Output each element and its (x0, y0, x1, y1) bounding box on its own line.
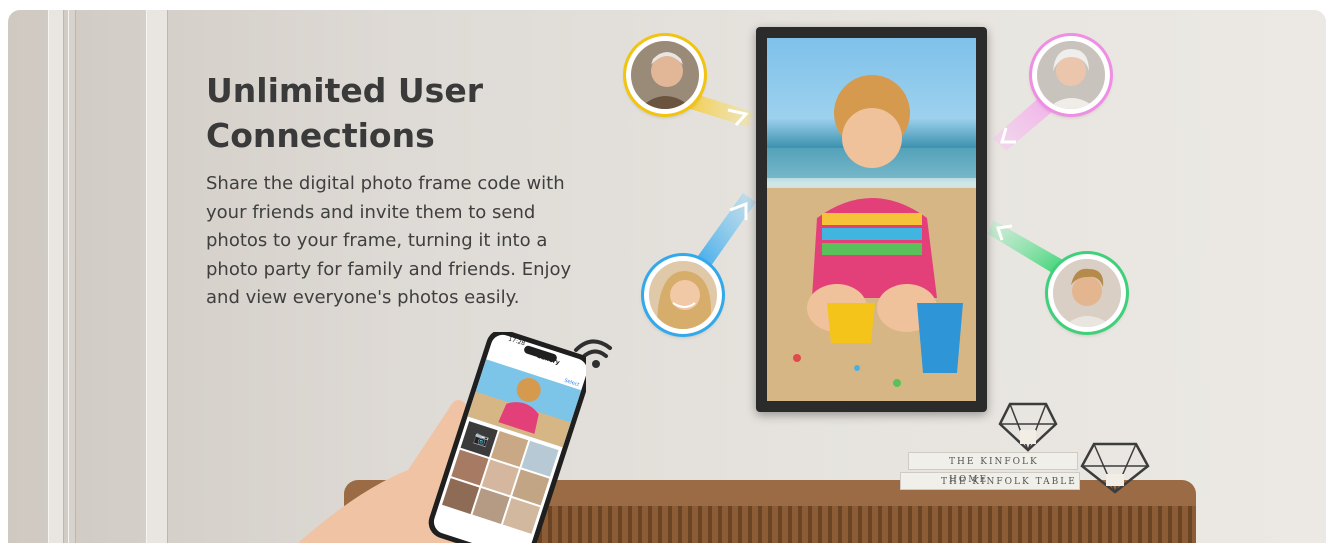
headline-line: Connections (206, 116, 435, 155)
headline-line: Unlimited User (206, 71, 483, 110)
description-line: photos to your frame, turning it into a (206, 230, 548, 251)
description: Share the digital photo frame code with … (206, 170, 606, 313)
digital-photo-frame (756, 27, 987, 412)
description-line: your friends and invite them to send (206, 201, 536, 223)
lantern-decor (998, 402, 1058, 452)
lantern-decor (1080, 442, 1150, 494)
description-line: photo party for family and friends. Enjo… (206, 258, 572, 280)
description-line: Share the digital photo frame code with (206, 173, 565, 194)
smartphone: 17:28 Gallery Select 📷 (416, 329, 593, 543)
wall-panel (68, 10, 76, 543)
avatar (1029, 33, 1113, 117)
wall-panel (48, 10, 64, 543)
headline: Unlimited User Connections (206, 68, 626, 158)
wall-panel (146, 10, 168, 543)
book: THE KINFOLK HOME (908, 452, 1078, 485)
description-line: and view everyone's photos easily. (206, 287, 520, 308)
hero-banner: Unlimited User Connections Share the dig… (8, 10, 1326, 543)
avatar (1045, 251, 1129, 335)
book: THE KINFOLK TABLE (900, 472, 1080, 490)
avatar (623, 33, 707, 117)
cabinet-body (528, 506, 1196, 543)
avatar (641, 253, 725, 337)
frame-photo (767, 38, 976, 401)
